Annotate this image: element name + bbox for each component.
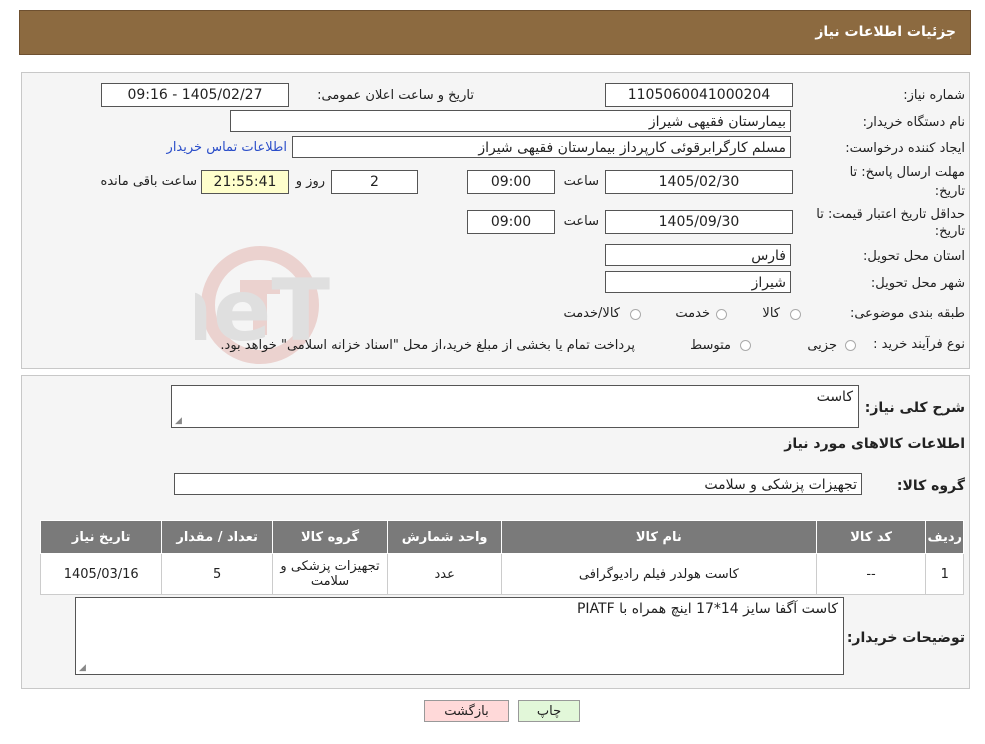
buyer-contact-link[interactable]: اطلاعات تماس خریدار <box>167 140 287 155</box>
creator-field: مسلم کارگرابرقوئی کارپرداز بیمارستان فقی… <box>292 136 791 158</box>
buyer-notes-label: توضیحات خریدار: <box>846 630 965 646</box>
cell-code: -- <box>815 553 927 595</box>
back-button[interactable]: بازگشت <box>424 700 509 722</box>
province-field: فارس <box>605 244 791 266</box>
buyer-org-label: نام دستگاه خریدار: <box>862 115 965 130</box>
goods-group-label: گروه کالا: <box>896 478 965 494</box>
validity-time-label: ساعت <box>563 214 599 229</box>
validity-label-date: تاریخ: <box>934 224 965 239</box>
col-row-header: ردیف <box>925 520 964 554</box>
validity-time-field: 09:00 <box>467 210 555 234</box>
cell-need-date: 1405/03/16 <box>39 553 163 595</box>
buyer-notes-field[interactable]: کاست آگفا سایز 14*17 اینچ همراه با PIATF… <box>75 597 844 675</box>
col-group-header: گروه کالا <box>271 520 389 554</box>
category-service-radio[interactable] <box>716 309 727 320</box>
goods-group-field: تجهیزات پزشکی و سلامت <box>174 473 862 495</box>
city-field: شیراز <box>605 271 791 293</box>
category-service-label: خدمت <box>675 306 710 321</box>
deadline-time-field: 09:00 <box>467 170 555 194</box>
resize-grip-icon[interactable]: ◢ <box>79 664 87 673</box>
process-note: پرداخت تمام یا بخشی از مبلغ خرید،از محل … <box>220 338 635 353</box>
validity-label: حداقل تاریخ اعتبار قیمت: تا <box>816 207 965 222</box>
category-goods-radio[interactable] <box>790 309 801 320</box>
items-section-title: اطلاعات کالاهای مورد نیاز <box>784 436 965 452</box>
col-unit-header: واحد شمارش <box>387 520 503 554</box>
category-goods-service-label: کالا/خدمت <box>563 306 620 321</box>
description-text: کاست <box>816 389 853 405</box>
buyer-notes-text: کاست آگفا سایز 14*17 اینچ همراه با PIATF <box>576 601 838 617</box>
need-number-field: 1105060041000204 <box>605 83 793 107</box>
validity-date-field: 1405/09/30 <box>605 210 793 234</box>
need-number-label: شماره نیاز: <box>903 88 965 103</box>
days-remaining-field: 2 <box>331 170 418 194</box>
deadline-time-label: ساعت <box>563 174 599 189</box>
process-medium-radio[interactable] <box>740 340 751 351</box>
cell-unit: عدد <box>387 553 503 595</box>
page-header: جزئیات اطلاعات نیاز <box>19 10 971 55</box>
items-table: ردیف کد کالا نام کالا واحد شمارش گروه کا… <box>39 520 964 595</box>
remaining-label: ساعت باقی مانده <box>100 174 197 189</box>
cell-name: کاست هولدر فیلم رادیوگرافی <box>501 553 817 595</box>
remaining-time-field: 21:55:41 <box>201 170 289 194</box>
description-label: شرح کلی نیاز: <box>864 400 965 416</box>
days-label: روز و <box>295 174 325 189</box>
description-field[interactable]: کاست ◢ <box>171 385 859 428</box>
process-minor-label: جزیی <box>807 338 837 353</box>
category-goods-label: کالا <box>762 306 780 321</box>
buyer-org-field: بیمارستان فقیهی شیراز <box>230 110 791 132</box>
table-row: 1 -- کاست هولدر فیلم رادیوگرافی عدد تجهی… <box>39 553 964 595</box>
deadline-label-date: تاریخ: <box>934 184 965 199</box>
process-minor-radio[interactable] <box>845 340 856 351</box>
announce-datetime-field: 1405/02/27 - 09:16 <box>101 83 289 107</box>
print-button[interactable]: چاپ <box>518 700 580 722</box>
items-table-header-row: ردیف کد کالا نام کالا واحد شمارش گروه کا… <box>39 520 964 554</box>
announce-label: تاریخ و ساعت اعلان عمومی: <box>317 88 474 103</box>
col-code-header: کد کالا <box>815 520 927 554</box>
province-label: استان محل تحویل: <box>863 249 965 264</box>
process-label: نوع فرآیند خرید : <box>873 337 965 352</box>
cell-group: تجهیزات پزشکی و سلامت <box>271 553 389 595</box>
col-name-header: نام کالا <box>501 520 817 554</box>
category-goods-service-radio[interactable] <box>630 309 641 320</box>
category-label: طبقه بندی موضوعی: <box>849 306 965 321</box>
cell-row-number: 1 <box>925 553 964 595</box>
process-medium-label: متوسط <box>690 338 731 353</box>
cell-quantity: 5 <box>161 553 273 595</box>
page-title: جزئیات اطلاعات نیاز <box>815 24 956 40</box>
city-label: شهر محل تحویل: <box>870 276 965 291</box>
resize-grip-icon[interactable]: ◢ <box>175 417 183 426</box>
col-qty-header: تعداد / مقدار <box>161 520 273 554</box>
deadline-label: مهلت ارسال پاسخ: تا <box>849 165 965 180</box>
deadline-date-field: 1405/02/30 <box>605 170 793 194</box>
creator-label: ایجاد کننده درخواست: <box>845 141 965 156</box>
col-date-header: تاریخ نیاز <box>39 520 163 554</box>
